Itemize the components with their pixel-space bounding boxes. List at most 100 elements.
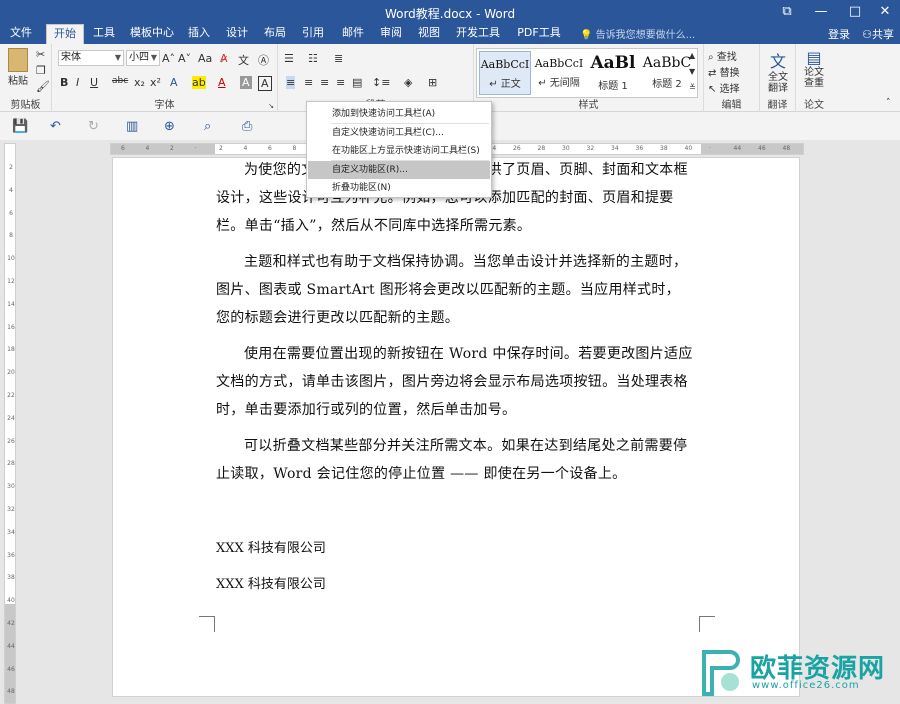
ruler-tick: 40 — [7, 597, 15, 605]
share-button[interactable]: ⚇共享 — [862, 26, 894, 42]
paragraph-2[interactable]: 主题和样式也有助于文档保持协调。当您单击设计并选择新的主题时，图片、图表或 Sm… — [216, 248, 694, 332]
find-button[interactable]: ⌕ 查找 — [708, 48, 737, 63]
phonetic-guide-icon[interactable]: 文 — [238, 52, 249, 68]
login-link[interactable]: 登录 — [828, 26, 850, 42]
menu-item-customize-ribbon[interactable]: 自定义功能区(R)... — [308, 161, 490, 179]
maximize-button[interactable]: □ — [838, 0, 872, 24]
print-icon[interactable]: ⎙ — [242, 119, 252, 134]
highlight-icon[interactable]: ab — [192, 76, 206, 89]
gallery-up-icon[interactable]: ▲ — [689, 51, 695, 60]
distributed-icon[interactable]: ▤ — [352, 76, 362, 89]
print-preview-icon[interactable]: ⌕ — [204, 119, 211, 134]
tab-review[interactable]: 审阅 — [376, 24, 406, 44]
format-painter-icon[interactable]: 🖌 — [36, 80, 50, 93]
style-sample: AaBbCcI — [534, 57, 584, 70]
redo-icon[interactable]: ↻ — [88, 119, 99, 134]
tab-mailings[interactable]: 邮件 — [338, 24, 368, 44]
share-label: 共享 — [872, 28, 894, 41]
tab-file[interactable]: 文件 — [4, 24, 38, 44]
document-body[interactable]: 为使您的文档具有专业外观，Word 提供了页眉、页脚、封面和文本框设计，这些设计… — [216, 158, 694, 594]
gallery-more-icon[interactable]: ≚ — [689, 83, 696, 92]
subscript-icon[interactable]: x₂ — [134, 76, 145, 89]
full-translate-button[interactable]: 文 全文翻译 — [762, 48, 794, 94]
line-spacing-icon[interactable]: ↕≡ — [372, 76, 390, 89]
align-left-icon[interactable]: ≡ — [286, 76, 296, 89]
font-color-icon[interactable]: A — [218, 76, 226, 89]
collapse-ribbon-icon[interactable]: ˄ — [886, 98, 891, 108]
dialog-launcher-icon[interactable]: ↘ — [268, 102, 274, 110]
tell-me-search[interactable]: 💡 告诉我您想要做什么... — [580, 26, 695, 41]
strikethrough-icon[interactable]: abc — [112, 76, 128, 86]
menu-item-collapse-ribbon[interactable]: 折叠功能区(N) — [308, 179, 490, 197]
ruler-tick: · — [709, 145, 711, 152]
menu-item-customize-qat[interactable]: 自定义快速访问工具栏(C)... — [308, 124, 490, 142]
paste-label: 粘贴 — [8, 76, 28, 87]
left-margin-area — [111, 144, 215, 154]
paste-button[interactable]: 粘贴 — [6, 48, 30, 88]
shading-icon[interactable]: ◈ — [404, 76, 412, 89]
save-icon[interactable]: 💾 — [12, 119, 28, 134]
ruler-tick: 14 — [7, 300, 15, 308]
multilevel-list-icon[interactable]: ≣ — [334, 52, 343, 65]
ruler-tick: 26 — [7, 437, 15, 445]
italic-icon[interactable]: I — [76, 76, 79, 89]
underline-icon[interactable]: U — [90, 76, 98, 89]
align-center-icon[interactable]: ≡ — [304, 76, 313, 89]
style-heading-2[interactable]: AaBbC 标题 2 — [641, 51, 693, 95]
ruler-tick: 8 — [292, 145, 297, 152]
clear-format-icon[interactable]: A̷ — [220, 52, 228, 65]
shrink-font-icon[interactable]: A˅ — [178, 52, 191, 65]
tab-references[interactable]: 引用 — [298, 24, 328, 44]
signature-line-2[interactable]: XXX 科技有限公司 — [216, 576, 694, 594]
replace-icon: ⇄ — [708, 68, 717, 79]
change-case-icon[interactable]: Aa — [198, 52, 212, 65]
menu-item-show-qat-above[interactable]: 在功能区上方显示快速访问工具栏(S) — [308, 142, 490, 160]
tab-tools[interactable]: 工具 — [88, 24, 120, 44]
tab-home[interactable]: 开始 — [46, 24, 84, 44]
replace-button[interactable]: ⇄ 替换 — [708, 64, 740, 79]
style-no-spacing[interactable]: AaBbCcI ↵ 无间隔 — [533, 51, 585, 95]
minimize-button[interactable]: — — [804, 0, 838, 24]
style-heading-1[interactable]: AaBl 标题 1 — [587, 51, 639, 95]
numbering-icon[interactable]: ☷ — [308, 52, 318, 65]
enclose-char-icon[interactable]: Ⓐ — [258, 52, 269, 68]
cursor-icon: ↖ — [708, 84, 717, 95]
restore-icon[interactable]: ⧉ — [770, 0, 804, 24]
menu-item-add-to-qat[interactable]: 添加到快速访问工具栏(A) — [308, 105, 490, 123]
style-normal[interactable]: AaBbCcI ↵ 正文 — [479, 51, 531, 95]
paper-check-button[interactable]: ▤ 论文查重 — [798, 48, 830, 89]
cut-icon[interactable]: ✂ — [36, 48, 45, 61]
tab-template-center[interactable]: 模板中心 — [126, 24, 178, 44]
align-right-icon[interactable]: ≡ — [320, 76, 329, 89]
signature-line-1[interactable]: XXX 科技有限公司 — [216, 540, 694, 558]
document-page[interactable]: 为使您的文档具有专业外观，Word 提供了页眉、页脚、封面和文本框设计，这些设计… — [112, 157, 800, 697]
tab-developer[interactable]: 开发工具 — [452, 24, 504, 44]
bullets-icon[interactable]: ☰ — [284, 52, 294, 65]
font-name-select[interactable]: 宋体 ▼ — [58, 50, 124, 66]
tab-layout[interactable]: 布局 — [260, 24, 290, 44]
select-button[interactable]: ↖ 选择 — [708, 80, 740, 95]
char-shading-icon[interactable]: A — [240, 76, 252, 89]
char-border-icon[interactable]: A — [258, 76, 272, 91]
paragraph-4[interactable]: 可以折叠文档某些部分并关注所需文本。如果在达到结尾处之前需要停止读取，Word … — [216, 432, 694, 488]
copy-icon[interactable]: ❐ — [36, 64, 46, 77]
tab-design[interactable]: 设计 — [222, 24, 252, 44]
grow-font-icon[interactable]: A˄ — [162, 52, 175, 65]
tab-pdf-tools[interactable]: PDF工具集 — [512, 24, 566, 57]
bold-icon[interactable]: B — [60, 76, 68, 89]
web-layout-icon[interactable]: ⊕ — [164, 119, 175, 134]
gallery-down-icon[interactable]: ▼ — [689, 67, 695, 76]
tab-view[interactable]: 视图 — [414, 24, 444, 44]
site-watermark: 欧菲资源网 www.office26.com — [696, 646, 896, 700]
paragraph-3[interactable]: 使用在需要位置出现的新按钮在 Word 中保存时间。若要更改图片适应文档的方式，… — [216, 340, 694, 424]
text-effects-icon[interactable]: A — [170, 76, 178, 89]
font-size-select[interactable]: 小四 ▼ — [126, 50, 160, 66]
justify-icon[interactable]: ≡ — [336, 76, 345, 89]
undo-icon[interactable]: ↶ — [50, 119, 61, 134]
read-mode-icon[interactable]: ▥ — [126, 119, 138, 134]
superscript-icon[interactable]: x² — [150, 76, 161, 89]
tab-insert[interactable]: 插入 — [184, 24, 214, 44]
close-button[interactable]: ✕ — [868, 0, 900, 24]
borders-icon[interactable]: ⊞ — [428, 76, 437, 89]
font-size-value: 小四 — [129, 52, 149, 63]
